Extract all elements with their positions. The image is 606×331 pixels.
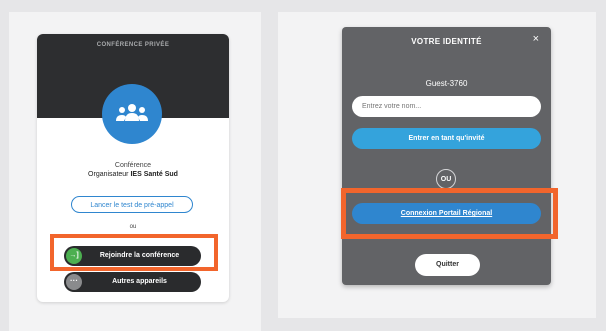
- close-icon[interactable]: ×: [533, 34, 539, 45]
- name-input[interactable]: [352, 96, 541, 117]
- conference-label: Conférence: [114, 162, 152, 169]
- card-header-title: CONFÉRENCE PRIVÉE: [96, 42, 170, 48]
- group-icon: [102, 84, 162, 144]
- highlight-box-regional: [341, 188, 558, 239]
- dialog-title: VOTRE IDENTITÉ: [411, 37, 482, 46]
- organizer-prefix: Organisateur: [88, 171, 129, 178]
- guest-id: Guest-3760: [425, 79, 468, 88]
- other-devices-label: Autres appareils: [112, 278, 167, 285]
- or-separator: ou: [129, 224, 137, 230]
- group-icon-graphic: [116, 104, 148, 121]
- identity-dialog: VOTRE IDENTITÉ × Guest-3760 Entrer en ta…: [342, 27, 551, 285]
- organizer-line: Organisateur IES Santé Sud: [37, 171, 229, 178]
- other-devices-button[interactable]: ··· Autres appareils: [64, 272, 201, 292]
- highlight-box-join: [50, 234, 218, 271]
- enter-as-guest-button[interactable]: Entrer en tant qu'invité: [352, 128, 541, 149]
- quit-button[interactable]: Quitter: [415, 254, 480, 276]
- or-separator-circle: OU: [436, 169, 456, 189]
- pretest-button[interactable]: Lancer le test de pré-appel: [71, 196, 193, 213]
- organizer-name: IES Santé Sud: [130, 171, 178, 178]
